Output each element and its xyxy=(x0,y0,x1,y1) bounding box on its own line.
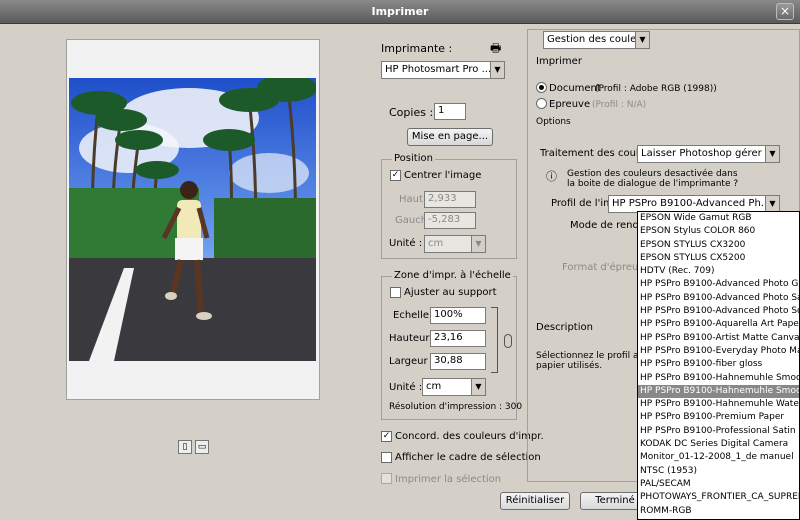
chevron-down-icon: ▼ xyxy=(490,62,504,78)
bounding-box-checkbox[interactable] xyxy=(381,452,392,463)
description-text-2: papier utilisés. xyxy=(536,361,603,371)
profile-option[interactable]: EPSON Stylus COLOR 860 xyxy=(638,225,799,238)
profile-option[interactable]: EPSON STYLUS CX3200 xyxy=(638,239,799,252)
profile-option[interactable]: HP PSPro B9100-Artist Matte Canvas xyxy=(638,332,799,345)
printer-label: Imprimante : xyxy=(381,42,453,55)
center-image-checkbox[interactable]: ✓ xyxy=(390,170,401,181)
profile-option[interactable]: ROMM-RGB xyxy=(638,505,799,518)
left-input[interactable]: -5,283 xyxy=(424,212,476,229)
profile-option[interactable]: HP PSPro B9100-Advanced Photo Glossy xyxy=(638,278,799,291)
close-icon[interactable]: × xyxy=(776,3,794,20)
proportion-bracket xyxy=(491,307,498,373)
chevron-down-icon: ▼ xyxy=(765,196,779,212)
profile-option[interactable]: HP PSPro B9100-Advanced Photo Satin xyxy=(638,292,799,305)
description-heading: Description xyxy=(536,322,593,333)
profile-option[interactable]: HP PSPro B9100-Aquarella Art Paper xyxy=(638,318,799,331)
profile-option[interactable]: PHOTOWAYS_FRONTIER_CA_SUPREME xyxy=(638,491,799,504)
proof-radio[interactable] xyxy=(536,98,547,109)
chevron-down-icon: ▼ xyxy=(471,379,485,395)
window-title: Imprimer xyxy=(371,5,429,18)
profile-option[interactable]: HP PSPro B9100-fiber gloss xyxy=(638,358,799,371)
profile-option[interactable]: KODAK DC Series Digital Camera xyxy=(638,438,799,451)
profile-option[interactable]: EPSON Wide Gamut RGB xyxy=(638,212,799,225)
printer-profile-dropdown[interactable]: EPSON Wide Gamut RGB EPSON Stylus COLOR 8… xyxy=(637,211,800,520)
warning-text-2: la boite de dialogue de l'imprimante ? xyxy=(567,179,739,189)
portrait-icon[interactable]: ▯ xyxy=(178,440,192,454)
print-selection-checkbox[interactable] xyxy=(381,473,392,484)
profile-option[interactable]: Monitor_01-12-2008_1_de manuel xyxy=(638,451,799,464)
copies-input[interactable]: 1 xyxy=(434,103,466,120)
warning-icon: ⓘ xyxy=(546,170,557,183)
preview-photo xyxy=(69,78,316,361)
print-heading: Imprimer xyxy=(536,56,582,67)
profile-option[interactable]: HP PSPro B9100-Professional Satin Photo xyxy=(638,425,799,438)
printer-settings-icon[interactable]: 🖶 xyxy=(490,39,501,60)
position-legend: Position xyxy=(392,153,435,164)
position-unit-select[interactable]: cm ▼ xyxy=(424,235,486,253)
height-label: Hauteur : xyxy=(389,333,437,344)
color-handling-select[interactable]: Laisser Photoshop gérer les cou... ▼ xyxy=(637,145,780,163)
mode-select[interactable]: Gestion des couleurs ▼ xyxy=(543,31,650,49)
page-setup-button[interactable]: Mise en page... xyxy=(407,128,493,146)
scale-unit-label: Unité : xyxy=(389,382,423,393)
fit-media-label: Ajuster au support xyxy=(404,287,497,298)
height-input[interactable]: 23,16 xyxy=(430,330,486,347)
profile-option[interactable]: HP PSPro B9100-Hahnemuhle Smooth Fine Ar… xyxy=(638,372,799,385)
link-icon xyxy=(504,334,512,348)
profile-option[interactable]: PAL/SECAM xyxy=(638,478,799,491)
profile-option[interactable]: HP PSPro B9100-Hahnemuhle Smooth Fine xyxy=(638,384,799,399)
printer-profile-value: HP PSPro B9100-Advanced Ph... xyxy=(612,198,771,209)
scale-input[interactable]: 100% xyxy=(430,307,486,324)
title-bar: Imprimer × xyxy=(0,0,800,24)
proof-profile: (Profil : N/A) xyxy=(592,100,647,110)
chevron-down-icon: ▼ xyxy=(635,32,649,48)
copies-label: Copies : xyxy=(389,106,434,119)
scale-unit-value: cm xyxy=(426,381,442,392)
color-handling-value: Laisser Photoshop gérer les cou... xyxy=(641,148,779,159)
match-colors-checkbox[interactable]: ✓ xyxy=(381,431,392,442)
top-input[interactable]: 2,933 xyxy=(424,191,476,208)
profile-option[interactable]: HDTV (Rec. 709) xyxy=(638,265,799,278)
print-selection-label: Imprimer la sélection xyxy=(395,474,502,485)
width-input[interactable]: 30,88 xyxy=(430,353,486,370)
printer-value: HP Photosmart Pro ... xyxy=(385,64,492,75)
proof-label: Epreuve xyxy=(549,99,591,110)
profile-option[interactable]: EPSON STYLUS CX5200 xyxy=(638,252,799,265)
profile-option[interactable]: NTSC (1953) xyxy=(638,465,799,478)
profile-option[interactable]: HP PSPro B9100-Everyday Photo Matte xyxy=(638,345,799,358)
chevron-down-icon: ▼ xyxy=(471,236,485,252)
printer-select[interactable]: HP Photosmart Pro ... ▼ xyxy=(381,61,505,79)
print-preview xyxy=(66,39,320,400)
chevron-down-icon: ▼ xyxy=(765,146,779,162)
profile-option[interactable]: HP PSPro B9100-Hahnemuhle Watercolor xyxy=(638,398,799,411)
scale-unit-select[interactable]: cm ▼ xyxy=(422,378,486,396)
bounding-box-label: Afficher le cadre de sélection xyxy=(395,452,541,463)
landscape-icon[interactable]: ▭ xyxy=(195,440,209,454)
position-unit-label: Unité : xyxy=(389,238,423,249)
document-label: Document xyxy=(549,83,601,94)
profile-option[interactable]: HP PSPro B9100-Advanced Photo Soft-Gloss xyxy=(638,305,799,318)
width-label: Largeur : xyxy=(389,356,435,367)
position-unit-value: cm xyxy=(428,238,444,249)
reset-button[interactable]: Réinitialiser xyxy=(500,492,570,510)
resolution-text: Résolution d'impression : 300 xyxy=(389,402,523,412)
center-image-label: Centrer l'image xyxy=(404,170,482,181)
warning-text-1: Gestion des couleurs desactivée dans xyxy=(567,169,738,179)
options-heading: Options xyxy=(536,117,571,127)
profile-option[interactable]: HP PSPro B9100-Premium Paper xyxy=(638,411,799,424)
fit-media-checkbox[interactable] xyxy=(390,287,401,298)
document-radio[interactable] xyxy=(536,82,547,93)
document-profile: (Profil : Adobe RGB (1998)) xyxy=(595,84,717,94)
match-colors-label: Concord. des couleurs d'impr. xyxy=(395,431,544,442)
scale-legend: Zone d'impr. à l'échelle xyxy=(392,270,513,281)
